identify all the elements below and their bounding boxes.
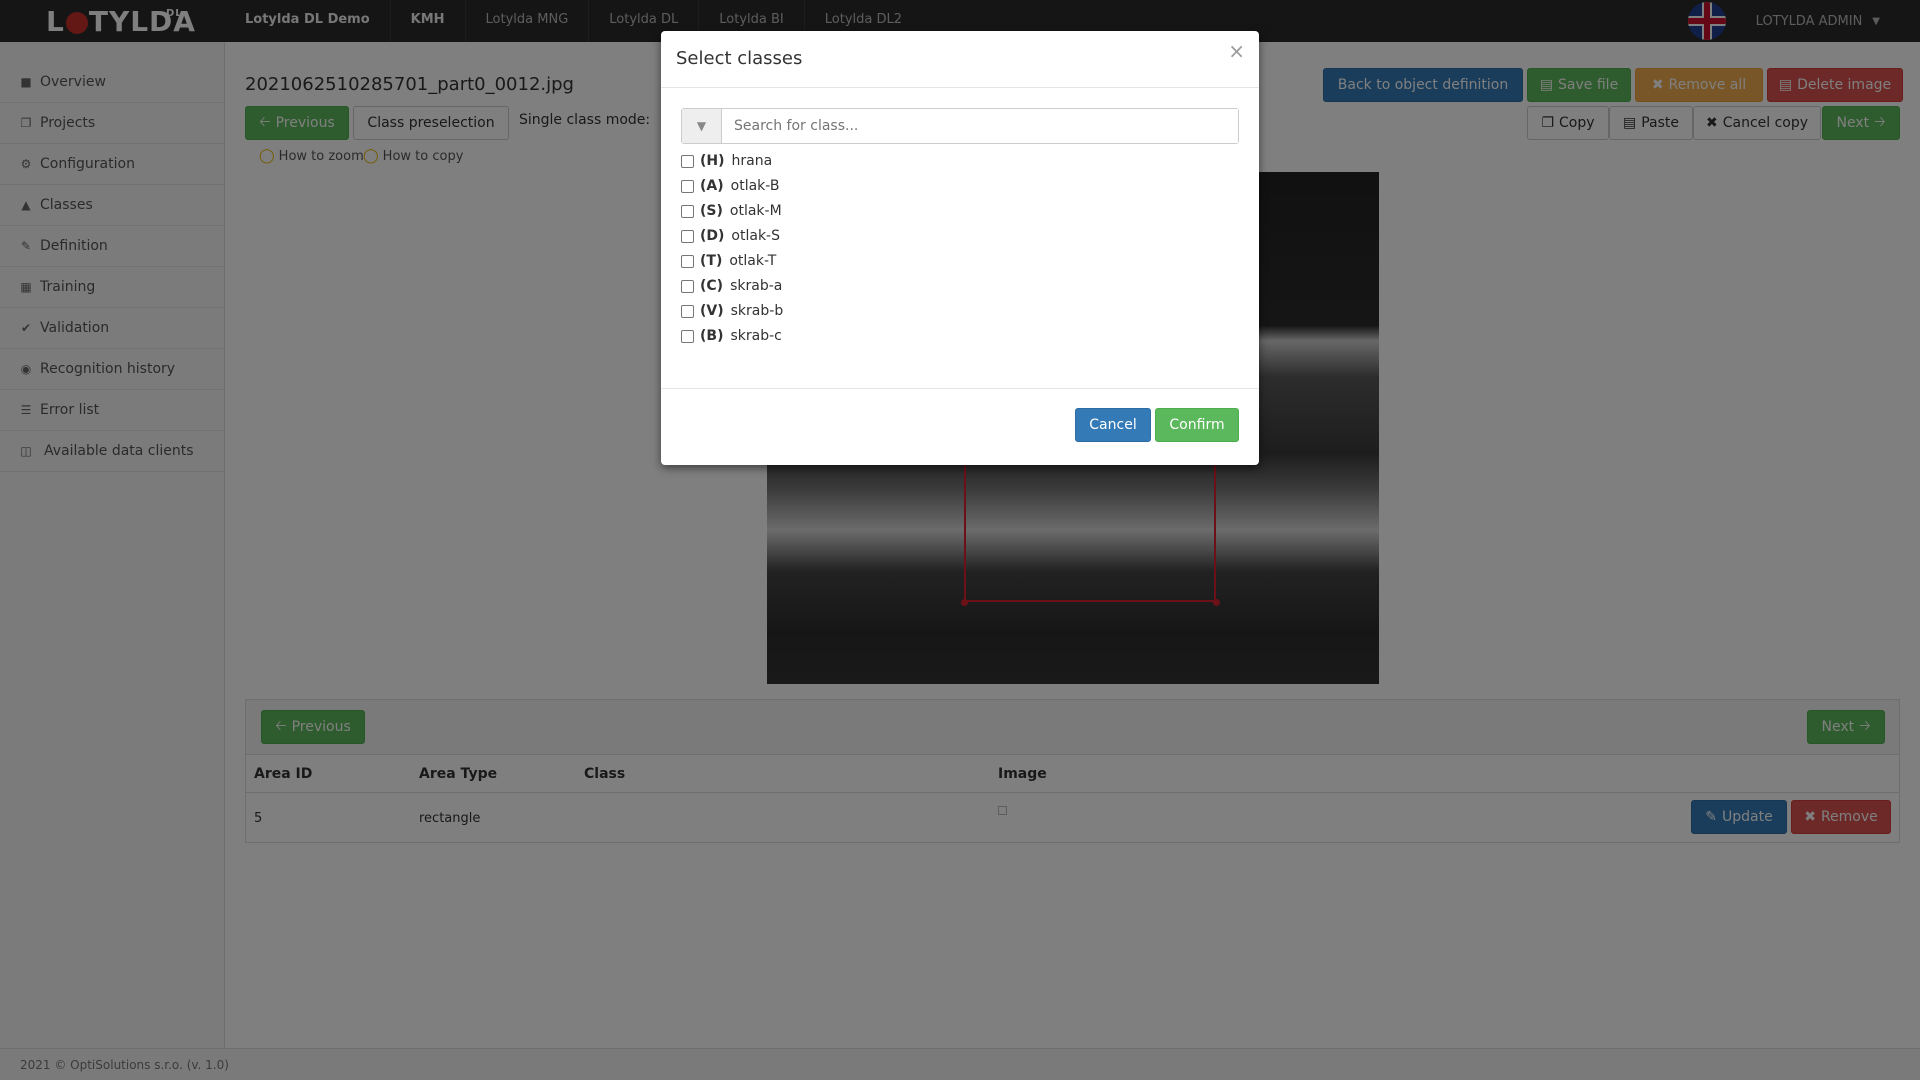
class-checkbox[interactable] bbox=[681, 280, 694, 293]
cancel-button[interactable]: Cancel bbox=[1075, 408, 1151, 442]
class-option-otlak-m[interactable]: (S) otlak-M bbox=[681, 198, 783, 223]
class-shortcut: (H) bbox=[700, 152, 725, 169]
class-shortcut: (C) bbox=[700, 277, 724, 294]
class-name: otlak-B bbox=[730, 177, 780, 194]
class-shortcut: (D) bbox=[700, 227, 725, 244]
class-name: skrab-a bbox=[730, 277, 783, 294]
class-option-skrab-c[interactable]: (B) skrab-c bbox=[681, 323, 783, 348]
class-shortcut: (S) bbox=[700, 202, 723, 219]
modal-header: Select classes × bbox=[661, 31, 1259, 88]
class-name: otlak-T bbox=[729, 252, 777, 269]
class-shortcut: (V) bbox=[700, 302, 724, 319]
class-list: (H) hrana (A) otlak-B (S) otlak-M (D) otlak-… bbox=[681, 148, 783, 348]
modal-title: Select classes bbox=[676, 48, 803, 69]
class-name: otlak-S bbox=[731, 227, 780, 244]
class-option-skrab-a[interactable]: (C) skrab-a bbox=[681, 273, 783, 298]
class-option-otlak-t[interactable]: (T) otlak-T bbox=[681, 248, 783, 273]
class-option-hrana[interactable]: (H) hrana bbox=[681, 148, 783, 173]
class-checkbox[interactable] bbox=[681, 330, 694, 343]
class-search: ▼ bbox=[681, 108, 1239, 144]
class-option-otlak-b[interactable]: (A) otlak-B bbox=[681, 173, 783, 198]
class-shortcut: (T) bbox=[700, 252, 723, 269]
class-checkbox[interactable] bbox=[681, 205, 694, 218]
class-option-otlak-s[interactable]: (D) otlak-S bbox=[681, 223, 783, 248]
class-option-skrab-b[interactable]: (V) skrab-b bbox=[681, 298, 783, 323]
select-classes-modal: Select classes × ▼ (H) hrana (A) otlak-B (… bbox=[661, 31, 1259, 465]
close-icon[interactable]: × bbox=[1228, 39, 1245, 63]
modal-footer: Cancel Confirm bbox=[661, 388, 1259, 465]
class-checkbox[interactable] bbox=[681, 305, 694, 318]
class-shortcut: (B) bbox=[700, 327, 724, 344]
class-name: hrana bbox=[731, 152, 773, 169]
class-checkbox[interactable] bbox=[681, 255, 694, 268]
class-checkbox[interactable] bbox=[681, 180, 694, 193]
class-checkbox[interactable] bbox=[681, 155, 694, 168]
class-name: skrab-b bbox=[730, 302, 784, 319]
class-name: skrab-c bbox=[730, 327, 782, 344]
filter-icon: ▼ bbox=[682, 109, 722, 143]
class-shortcut: (A) bbox=[700, 177, 724, 194]
modal-body: ▼ (H)hrana (A)otlak-B (S)otlak-M (D)otla… bbox=[661, 88, 1259, 388]
confirm-button[interactable]: Confirm bbox=[1155, 408, 1239, 442]
class-checkbox[interactable] bbox=[681, 230, 694, 243]
class-search-input[interactable] bbox=[722, 109, 1238, 143]
class-name: otlak-M bbox=[729, 202, 782, 219]
